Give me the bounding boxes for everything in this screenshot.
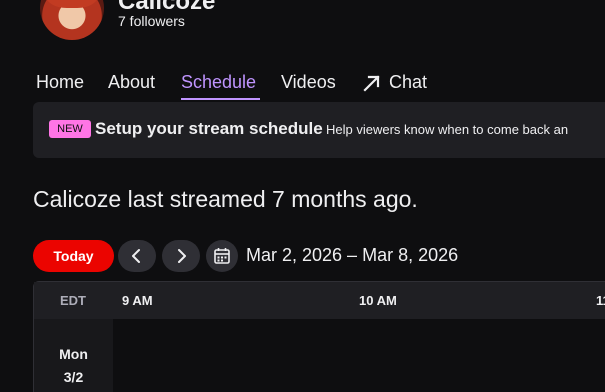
new-badge: NEW — [49, 120, 91, 138]
today-button[interactable]: Today — [33, 240, 114, 272]
time-label-11am: 11 — [596, 293, 605, 308]
popout-arrow-icon[interactable] — [362, 73, 382, 93]
time-label-10am: 10 AM — [359, 293, 397, 308]
tab-about[interactable]: About — [108, 72, 155, 93]
last-streamed-text: Calicoze last streamed 7 months ago. — [33, 186, 418, 212]
tab-schedule[interactable]: Schedule — [181, 72, 256, 93]
tab-home[interactable]: Home — [36, 72, 84, 93]
tab-chat[interactable]: Chat — [389, 72, 427, 93]
active-tab-indicator — [181, 98, 260, 100]
time-label-9am: 9 AM — [122, 293, 153, 308]
banner-title: Setup your stream schedule — [95, 119, 323, 138]
date-range-label: Mar 2, 2026 – Mar 8, 2026 — [246, 245, 459, 265]
banner-subtitle: Help viewers know when to come back an — [326, 122, 569, 137]
avatar-hair — [46, 0, 98, 8]
chevron-left-icon — [132, 249, 140, 263]
follower-count: 7 followers — [118, 13, 185, 29]
chevron-right-icon — [178, 249, 186, 263]
day-name: Mon — [59, 346, 88, 362]
channel-avatar[interactable] — [40, 0, 104, 40]
schedule-grid-header — [34, 282, 605, 319]
previous-week-button[interactable] — [118, 240, 156, 272]
day-date: 3/2 — [63, 369, 84, 385]
next-week-button[interactable] — [162, 240, 200, 272]
calendar-icon — [214, 248, 230, 264]
timezone-label: EDT — [60, 293, 86, 308]
tab-videos[interactable]: Videos — [281, 72, 336, 93]
calendar-picker-button[interactable] — [206, 240, 238, 272]
